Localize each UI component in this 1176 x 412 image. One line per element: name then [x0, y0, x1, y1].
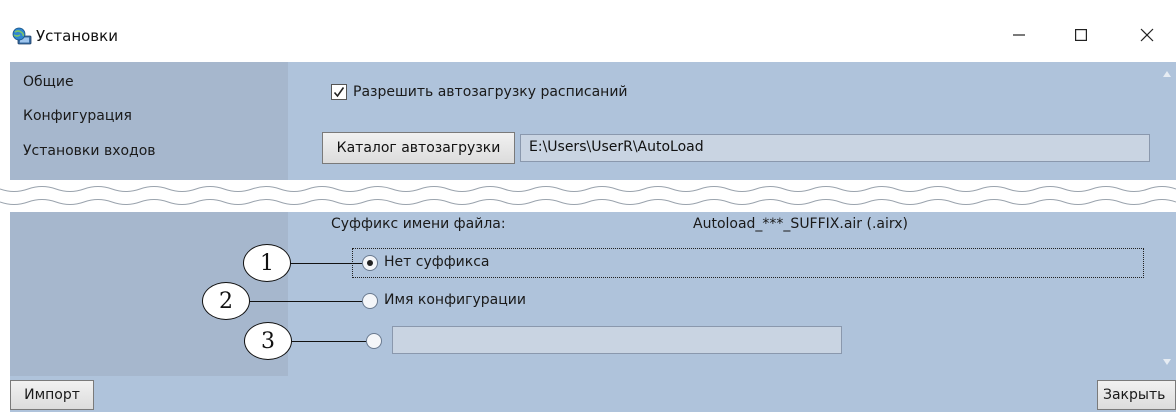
import-button[interactable]: Импорт: [10, 380, 94, 410]
callout-leader-2: [250, 301, 362, 302]
callout-2: 2: [202, 282, 250, 320]
minimize-button[interactable]: [996, 20, 1042, 50]
autoload-checkbox[interactable]: [331, 84, 347, 100]
radio-selected-dot: [367, 260, 373, 266]
autoload-path-field[interactable]: E:\Users\UserR\AutoLoad: [520, 134, 1150, 162]
close-button[interactable]: Закрыть: [1097, 380, 1176, 410]
custom-suffix-input[interactable]: [392, 326, 842, 354]
sidebar: Общие Конфигурация Установки входов: [10, 62, 288, 376]
title-bar: Установки: [0, 0, 1176, 62]
radio-configuration-name[interactable]: [362, 293, 378, 309]
window-title: Установки: [36, 27, 118, 45]
checkmark-icon: [333, 87, 345, 98]
globe-monitor-icon: [12, 27, 32, 45]
autoload-checkbox-label[interactable]: Разрешить автозагрузку расписаний: [353, 84, 628, 100]
dialog-footer: [10, 376, 1176, 412]
callout-leader-3: [292, 341, 366, 342]
autoload-catalog-button[interactable]: Каталог автозагрузки: [322, 132, 515, 164]
sidebar-item-configuration[interactable]: Конфигурация: [23, 108, 132, 124]
callout-1: 1: [243, 244, 291, 282]
radio-no-suffix[interactable]: [362, 255, 378, 271]
filename-suffix-preview: Autoload_***_SUFFIX.air (.airx): [693, 216, 909, 232]
radio-configuration-name-label[interactable]: Имя конфигурации: [384, 292, 526, 308]
maximize-button[interactable]: [1058, 20, 1104, 50]
filename-suffix-label: Суффикс имени файла:: [331, 216, 506, 232]
radio-custom-suffix[interactable]: [366, 333, 382, 349]
sidebar-item-general[interactable]: Общие: [23, 74, 74, 90]
scroll-up-icon[interactable]: [1162, 70, 1172, 78]
scroll-down-icon[interactable]: [1162, 358, 1172, 366]
vertical-scrollbar[interactable]: [1158, 62, 1176, 376]
callout-leader-1: [290, 263, 362, 264]
maximize-icon: [1075, 29, 1087, 41]
screenshot-break: [0, 180, 1176, 212]
close-icon: [1140, 28, 1154, 42]
sidebar-item-input-settings[interactable]: Установки входов: [23, 143, 156, 159]
minimize-icon: [1013, 34, 1025, 36]
callout-3: 3: [244, 322, 292, 360]
close-window-button[interactable]: [1124, 20, 1170, 50]
radio-no-suffix-label[interactable]: Нет суффикса: [384, 254, 490, 270]
